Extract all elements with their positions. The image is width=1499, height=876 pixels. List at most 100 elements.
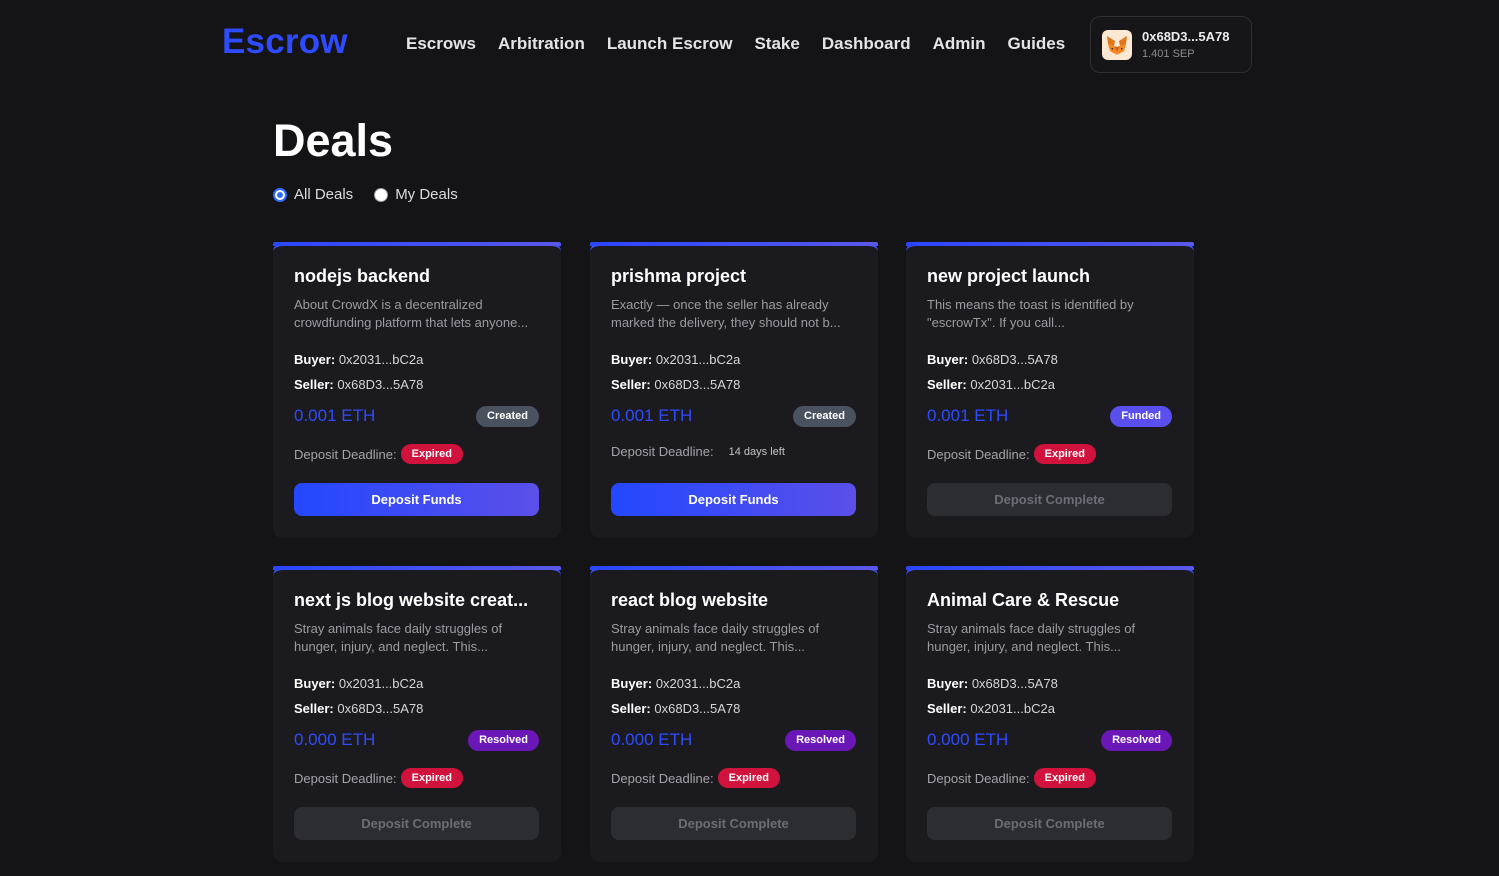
expired-badge: Expired: [717, 768, 780, 788]
nav-item-dashboard[interactable]: Dashboard: [822, 34, 911, 54]
deal-title[interactable]: react blog website: [611, 590, 861, 611]
deal-title[interactable]: new project launch: [927, 266, 1177, 287]
radio-all-deals[interactable]: [273, 187, 287, 202]
main-nav: Escrows Arbitration Launch Escrow Stake …: [406, 34, 1087, 54]
buyer-address: 0x68D3...5A78: [971, 676, 1058, 691]
page-title: Deals: [273, 115, 394, 166]
metamask-fox-icon: [1102, 30, 1132, 60]
deal-description: Stray animals face daily struggles of hu…: [927, 621, 1136, 654]
status-badge: Funded: [1110, 406, 1172, 427]
nav-item-stake[interactable]: Stake: [754, 34, 799, 54]
deal-title[interactable]: next js blog website creat...: [294, 590, 544, 611]
nav-item-launch-escrow[interactable]: Launch Escrow: [607, 34, 733, 54]
deal-amount: 0.001 ETH: [927, 406, 1009, 425]
wallet-address: 0x68D3...5A78: [1142, 29, 1230, 44]
status-badge: Resolved: [468, 730, 539, 751]
deposit-funds-button[interactable]: Deposit Funds: [611, 483, 856, 516]
deadline-label: Deposit Deadline:: [611, 770, 714, 786]
deal-card: prishma project Exactly — once the selle…: [590, 242, 878, 538]
deal-card: nodejs backend About CrowdX is a decentr…: [273, 242, 561, 538]
deal-description: Exactly — once the seller has already ma…: [611, 297, 841, 330]
seller-address: 0x2031...bC2a: [970, 701, 1055, 716]
deadline-label: Deposit Deadline:: [611, 444, 714, 459]
nav-item-guides[interactable]: Guides: [1008, 34, 1066, 54]
seller-address: 0x2031...bC2a: [970, 377, 1055, 392]
buyer-address: 0x68D3...5A78: [971, 352, 1058, 367]
deadline-row: Deposit Deadline: 14 days left: [611, 444, 785, 459]
buyer-row: Buyer: 0x68D3...5A78: [927, 676, 1058, 691]
filter-all-deals[interactable]: All Deals: [273, 186, 353, 203]
deposit-complete-button[interactable]: Deposit Complete: [927, 807, 1172, 840]
buyer-row: Buyer: 0x68D3...5A78: [927, 352, 1058, 367]
deadline-row: Deposit Deadline: Expired: [294, 444, 463, 464]
status-badge: Created: [476, 406, 539, 427]
deal-amount: 0.000 ETH: [294, 730, 376, 749]
filter-label: My Deals: [395, 186, 458, 203]
deal-description: This means the toast is identified by "e…: [927, 297, 1134, 330]
status-badge: Resolved: [785, 730, 856, 751]
buyer-address: 0x2031...bC2a: [338, 352, 424, 367]
seller-label: Seller:: [611, 377, 651, 392]
radio-my-deals[interactable]: [374, 187, 389, 202]
buyer-address: 0x2031...bC2a: [655, 352, 741, 367]
deposit-complete-button[interactable]: Deposit Complete: [927, 483, 1172, 516]
filter-label: All Deals: [294, 186, 354, 203]
buyer-row: Buyer: 0x2031...bC2a: [294, 352, 423, 367]
deposit-complete-button[interactable]: Deposit Complete: [611, 807, 856, 840]
expired-badge: Expired: [1033, 444, 1096, 464]
expired-badge: Expired: [400, 444, 463, 464]
deadline-label: Deposit Deadline:: [294, 770, 397, 786]
status-badge: Created: [793, 406, 856, 427]
buyer-label: Buyer:: [294, 676, 336, 691]
buyer-label: Buyer:: [611, 352, 653, 367]
seller-row: Seller: 0x68D3...5A78: [294, 701, 423, 716]
buyer-label: Buyer:: [611, 676, 653, 691]
logo[interactable]: Escrow: [222, 22, 348, 62]
deal-amount: 0.000 ETH: [611, 730, 693, 749]
deal-title[interactable]: Animal Care & Rescue: [927, 590, 1177, 611]
deal-amount: 0.001 ETH: [294, 406, 376, 425]
buyer-label: Buyer:: [294, 352, 336, 367]
deal-card: react blog website Stray animals face da…: [590, 566, 878, 862]
seller-label: Seller:: [294, 377, 334, 392]
deposit-funds-button[interactable]: Deposit Funds: [294, 483, 539, 516]
deal-card: next js blog website creat... Stray anim…: [273, 566, 561, 862]
deal-description: Stray animals face daily struggles of hu…: [611, 621, 820, 654]
deadline-row: Deposit Deadline: Expired: [294, 768, 463, 788]
filter-my-deals[interactable]: My Deals: [374, 186, 458, 203]
seller-label: Seller:: [927, 377, 967, 392]
seller-address: 0x68D3...5A78: [337, 701, 424, 716]
seller-row: Seller: 0x2031...bC2a: [927, 701, 1055, 716]
nav-item-arbitration[interactable]: Arbitration: [498, 34, 585, 54]
expired-badge: Expired: [400, 768, 463, 788]
deal-description: Stray animals face daily struggles of hu…: [294, 621, 503, 654]
deal-card: Animal Care & Rescue Stray animals face …: [906, 566, 1194, 862]
buyer-address: 0x2031...bC2a: [338, 676, 424, 691]
seller-row: Seller: 0x68D3...5A78: [294, 377, 423, 392]
deal-title[interactable]: prishma project: [611, 266, 861, 287]
deal-description: About CrowdX is a decentralized crowdfun…: [294, 297, 529, 330]
deadline-row: Deposit Deadline: Expired: [927, 444, 1096, 464]
seller-label: Seller:: [611, 701, 651, 716]
deposit-complete-button[interactable]: Deposit Complete: [294, 807, 539, 840]
status-badge: Resolved: [1101, 730, 1172, 751]
seller-row: Seller: 0x2031...bC2a: [927, 377, 1055, 392]
top-header: Escrow Escrows Arbitration Launch Escrow…: [0, 0, 1499, 90]
nav-item-admin[interactable]: Admin: [933, 34, 986, 54]
expired-badge: Expired: [1033, 768, 1096, 788]
buyer-address: 0x2031...bC2a: [655, 676, 741, 691]
buyer-row: Buyer: 0x2031...bC2a: [611, 676, 740, 691]
deadline-label: Deposit Deadline:: [927, 446, 1030, 462]
wallet-button[interactable]: 0x68D3...5A78 1.401 SEP: [1090, 16, 1252, 73]
deadline-row: Deposit Deadline: Expired: [611, 768, 780, 788]
nav-item-escrows[interactable]: Escrows: [406, 34, 476, 54]
buyer-label: Buyer:: [927, 352, 969, 367]
seller-address: 0x68D3...5A78: [654, 701, 741, 716]
deal-filter: All Deals My Deals: [273, 186, 479, 203]
seller-label: Seller:: [294, 701, 334, 716]
deal-amount: 0.001 ETH: [611, 406, 693, 425]
deadline-row: Deposit Deadline: Expired: [927, 768, 1096, 788]
buyer-label: Buyer:: [927, 676, 969, 691]
deal-title[interactable]: nodejs backend: [294, 266, 544, 287]
buyer-row: Buyer: 0x2031...bC2a: [294, 676, 423, 691]
